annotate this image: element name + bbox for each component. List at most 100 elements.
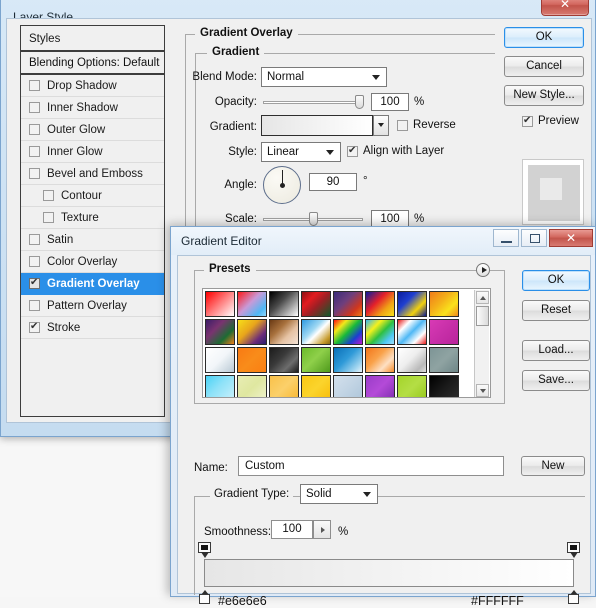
scroll-down-icon[interactable] [476,384,489,397]
ok-button[interactable]: OK [504,27,584,48]
preset-swatch[interactable] [429,319,459,345]
preset-swatch[interactable] [333,319,363,345]
scale-slider-thumb[interactable] [309,212,318,226]
preset-swatch[interactable] [269,291,299,317]
new-style-button[interactable]: New Style... [504,85,584,106]
preset-swatch[interactable] [301,347,331,373]
gradient-editor-titlebar[interactable]: Gradient Editor ✕ [171,227,595,255]
sidebar-item-outer-glow[interactable]: Outer Glow [21,119,164,141]
sidebar-item-contour[interactable]: Contour [21,185,164,207]
preset-swatch[interactable] [397,347,427,373]
sidebar-item-drop-shadow[interactable]: Drop Shadow [21,75,164,97]
gradient-type-select[interactable]: Solid [300,484,378,504]
cancel-button[interactable]: Cancel [504,56,584,77]
checkbox-drop-shadow[interactable] [29,80,40,91]
preset-swatch[interactable] [333,375,363,397]
preset-swatch[interactable] [237,347,267,373]
opacity-input[interactable]: 100 [371,93,409,111]
preset-swatch[interactable] [269,347,299,373]
opacity-stop-left[interactable] [198,542,211,558]
preset-swatch[interactable] [205,347,235,373]
checkbox-reverse[interactable] [397,119,408,131]
blend-mode-select[interactable]: Normal [261,67,387,87]
checkbox-pattern-overlay[interactable] [29,300,40,311]
checkbox-satin[interactable] [29,234,40,245]
preset-swatch[interactable] [365,347,395,373]
smoothness-input[interactable]: 100 [271,520,313,539]
gradient-editor-reset-button[interactable]: Reset [522,300,590,321]
preset-swatch[interactable] [333,347,363,373]
angle-input[interactable]: 90 [309,173,357,191]
checkbox-stroke[interactable] [29,320,40,333]
checkbox-align-with-layer[interactable] [347,144,358,157]
presets-listbox[interactable] [202,288,491,398]
opacity-stop-right[interactable] [567,542,580,558]
opacity-slider-thumb[interactable] [355,95,364,109]
preview-checkbox-row[interactable]: Preview [522,114,579,127]
sidebar-item-color-overlay[interactable]: Color Overlay [21,251,164,273]
preset-swatch[interactable] [365,319,395,345]
checkbox-texture[interactable] [43,212,54,223]
preset-swatch[interactable] [301,375,331,397]
preset-swatch[interactable] [205,291,235,317]
preset-swatch[interactable] [205,319,235,345]
gradient-name-input[interactable]: Custom [238,456,504,476]
checkbox-inner-glow[interactable] [29,146,40,157]
preset-swatch[interactable] [237,375,267,397]
presets-scrollbar[interactable] [474,290,489,397]
preset-swatch[interactable] [429,291,459,317]
preset-swatch[interactable] [269,375,299,397]
sidebar-item-blending-options[interactable]: Blending Options: Default [21,52,164,75]
preset-swatch[interactable] [205,375,235,397]
gradient-editor-save-button[interactable]: Save... [522,370,590,391]
gradient-style-select[interactable]: Linear [261,142,341,162]
preset-swatch[interactable] [429,375,459,397]
checkbox-gradient-overlay[interactable] [29,276,40,289]
sidebar-item-gradient-overlay[interactable]: Gradient Overlay [21,273,164,295]
close-icon[interactable]: ✕ [549,229,593,247]
preset-swatch[interactable] [397,319,427,345]
gradient-picker-dropdown[interactable] [373,115,389,136]
checkbox-bevel-and-emboss[interactable] [29,168,40,179]
color-stop-left[interactable] [199,590,211,605]
preset-swatch[interactable] [301,291,331,317]
preset-swatch[interactable] [429,347,459,373]
checkbox-preview[interactable] [522,114,533,127]
preset-swatch[interactable] [397,291,427,317]
sidebar-item-bevel-and-emboss[interactable]: Bevel and Emboss [21,163,164,185]
color-stop-right[interactable] [568,590,580,605]
smoothness-spinner-icon[interactable] [313,520,331,539]
gradient-editor-ok-button[interactable]: OK [522,270,590,291]
play-arrow-icon[interactable] [476,263,490,277]
checkbox-inner-shadow[interactable] [29,102,40,113]
maximize-icon[interactable] [521,229,547,247]
sidebar-item-inner-shadow[interactable]: Inner Shadow [21,97,164,119]
reverse-checkbox-row[interactable]: Reverse [397,119,456,131]
preset-swatch[interactable] [237,291,267,317]
checkbox-contour[interactable] [43,190,54,201]
scroll-up-icon[interactable] [476,291,489,304]
opacity-slider-track[interactable] [263,101,363,104]
preset-swatch[interactable] [397,375,427,397]
gradient-editor-load-button[interactable]: Load... [522,340,590,361]
sidebar-item-pattern-overlay[interactable]: Pattern Overlay [21,295,164,317]
close-icon[interactable]: ✕ [541,0,589,16]
preset-swatch[interactable] [365,291,395,317]
scrollbar-thumb[interactable] [476,306,489,326]
align-with-layer-row[interactable]: Align with Layer [347,144,444,157]
sidebar-item-stroke[interactable]: Stroke [21,317,164,339]
gradient-preview-bar[interactable] [261,115,373,136]
angle-dial[interactable] [263,166,301,204]
preset-swatch[interactable] [333,291,363,317]
preset-swatch[interactable] [365,375,395,397]
preset-swatch[interactable] [269,319,299,345]
sidebar-item-inner-glow[interactable]: Inner Glow [21,141,164,163]
checkbox-outer-glow[interactable] [29,124,40,135]
preset-swatch[interactable] [301,319,331,345]
new-button[interactable]: New [521,456,585,476]
minimize-icon[interactable] [493,229,519,247]
sidebar-item-texture[interactable]: Texture [21,207,164,229]
checkbox-color-overlay[interactable] [29,256,40,267]
gradient-strip[interactable] [204,559,574,587]
preset-swatch[interactable] [237,319,267,345]
